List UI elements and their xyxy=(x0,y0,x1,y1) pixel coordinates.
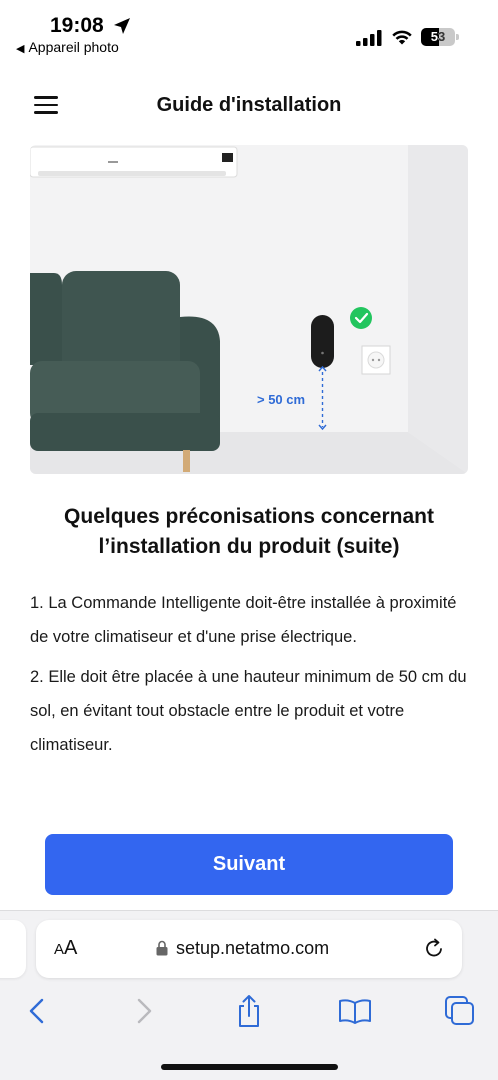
home-indicator xyxy=(161,1064,338,1070)
forward-icon[interactable] xyxy=(126,993,162,1029)
air-conditioner xyxy=(30,146,238,178)
status-bar: 19:08 ◀ Appareil photo 53 xyxy=(0,0,498,62)
section-title: Quelques préconisations concernant l’ins… xyxy=(64,505,434,558)
url-text: setup.netatmo.com xyxy=(176,938,330,958)
back-app-label: Appareil photo xyxy=(28,39,119,55)
clock: 19:08 xyxy=(50,14,104,37)
location-arrow-icon xyxy=(114,18,130,34)
previous-tab-preview[interactable] xyxy=(0,920,26,978)
check-icon xyxy=(350,307,372,329)
text-size-button[interactable]: AA xyxy=(54,937,77,960)
share-icon[interactable] xyxy=(231,993,267,1029)
reload-icon[interactable] xyxy=(422,936,446,960)
browser-bottom-bar: AA setup.netatmo.com xyxy=(0,910,498,1080)
installation-illustration: > 50 cm xyxy=(30,145,468,474)
instruction-paragraph-2: 2. Elle doit être placée à une hauteur m… xyxy=(30,668,467,754)
instruction-paragraph-1: 1. La Commande Intelligente doit-être in… xyxy=(30,594,457,646)
back-to-app-link[interactable]: ◀ Appareil photo xyxy=(16,39,119,55)
tabs-icon[interactable] xyxy=(442,993,478,1029)
page-title: Guide d'installation xyxy=(156,94,342,116)
bookmarks-icon[interactable] xyxy=(337,993,373,1029)
cellular-signal-icon xyxy=(356,30,382,46)
next-button[interactable]: Suivant xyxy=(45,834,453,895)
wifi-icon xyxy=(392,30,412,45)
battery-indicator: 53 xyxy=(421,28,455,46)
instructions-text: 1. La Commande Intelligente doit-être in… xyxy=(30,586,468,796)
lock-icon xyxy=(156,940,168,956)
distance-label: > 50 cm xyxy=(257,392,305,407)
back-triangle-icon: ◀ xyxy=(16,43,25,55)
address-bar[interactable]: AA setup.netatmo.com xyxy=(36,920,462,978)
power-outlet-icon xyxy=(361,345,391,375)
battery-percent: 53 xyxy=(430,29,446,44)
battery-cap xyxy=(456,34,459,40)
back-icon[interactable] xyxy=(19,993,55,1029)
